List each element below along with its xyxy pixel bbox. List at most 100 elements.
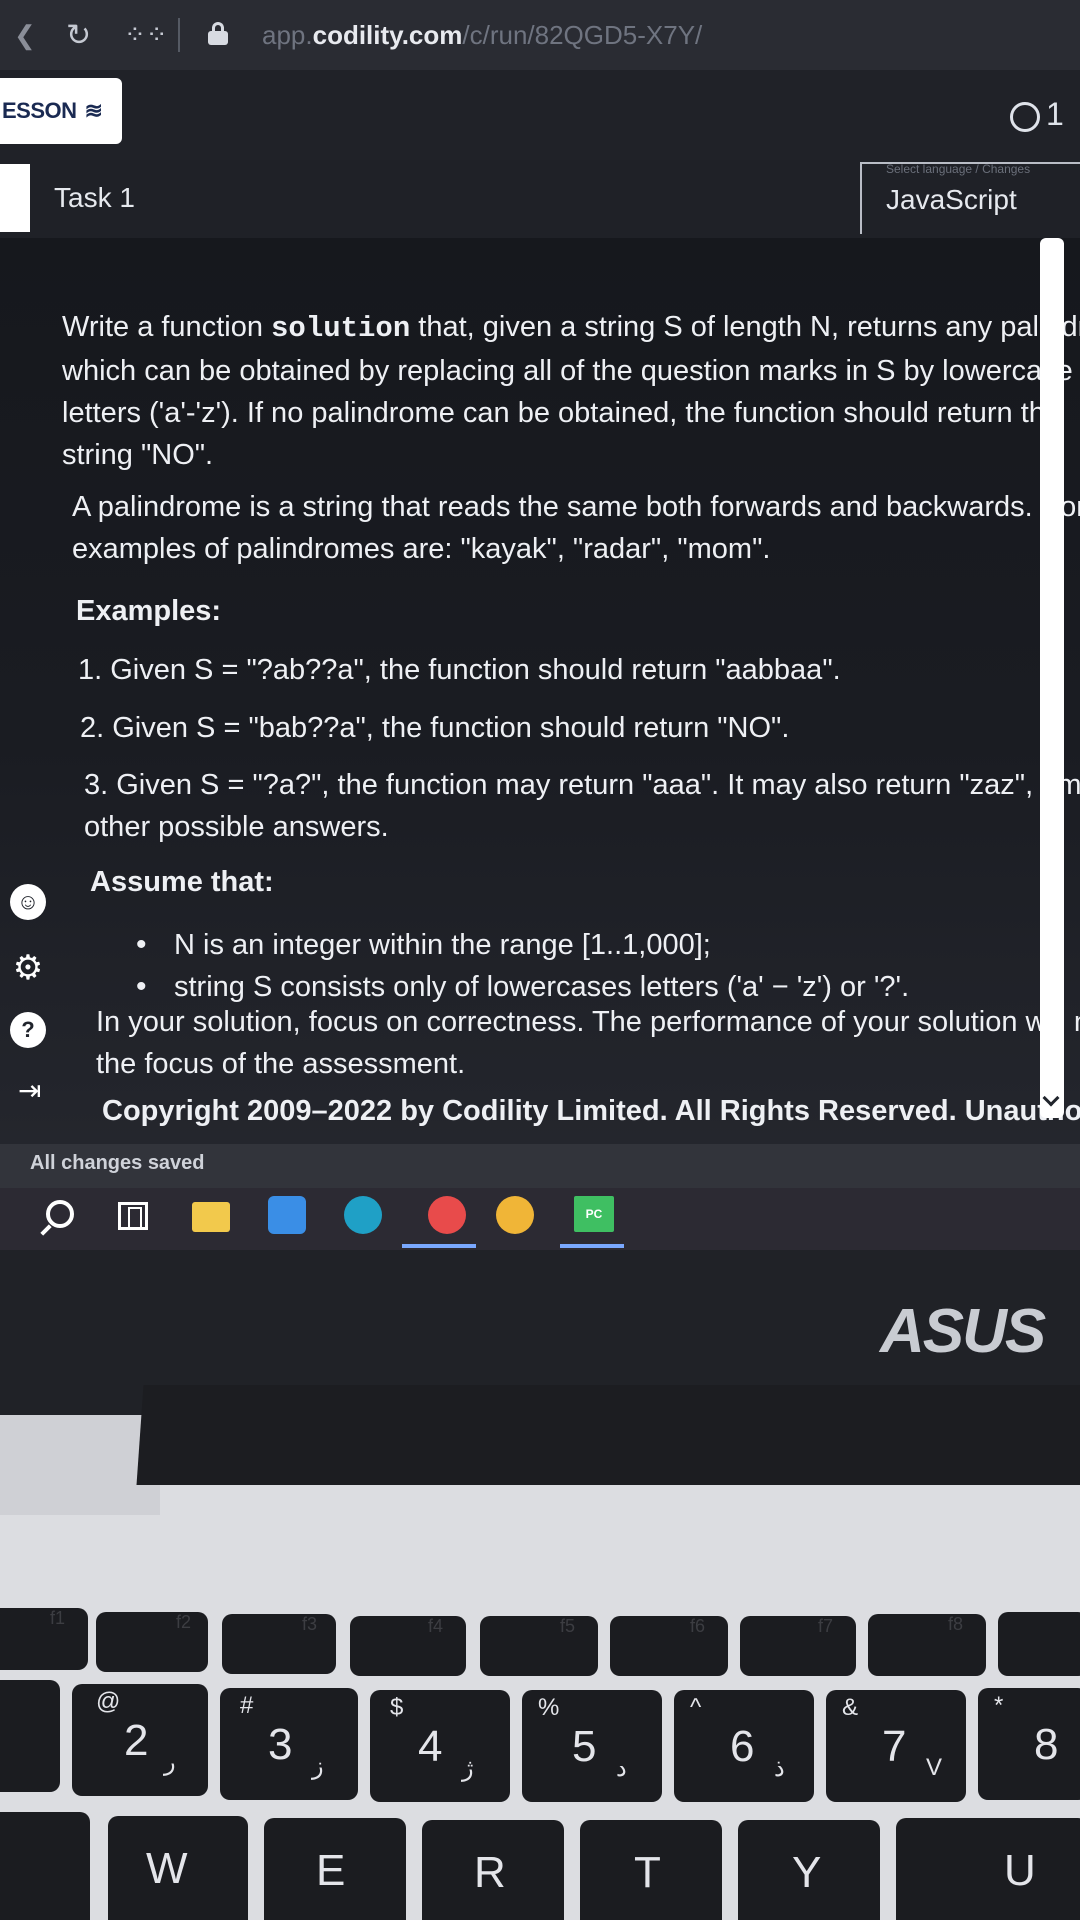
scroll-down-button[interactable] [1040, 1088, 1064, 1118]
key-shift-label: & [842, 1694, 859, 1721]
key-t[interactable]: T [580, 1820, 722, 1920]
key-f4[interactable] [350, 1616, 466, 1676]
example-3-line-2: other possible answers. [84, 811, 389, 843]
key-q[interactable] [0, 1812, 90, 1920]
key-alt-label: د [616, 1755, 627, 1782]
url-field[interactable]: app.codility.com/c/run/82QGD5-X7Y/ [262, 20, 702, 51]
file-explorer-icon[interactable] [192, 1202, 230, 1232]
timer: 1 [1010, 96, 1064, 133]
key-f6[interactable] [610, 1616, 728, 1676]
task-paragraph-2: A palindrome is a string that reads the … [72, 486, 1080, 570]
key-y[interactable]: Y [738, 1820, 880, 1920]
example-1: 1. Given S = "?ab??a", the function shou… [78, 654, 841, 686]
pycharm-icon[interactable]: PC [574, 1196, 614, 1232]
key-f3[interactable] [222, 1614, 336, 1674]
p1-text-a: Write a function [62, 311, 272, 343]
clock-icon [1010, 101, 1040, 132]
key-f5[interactable] [480, 1616, 598, 1676]
brand-logo: ASUS [880, 1297, 1046, 1366]
key-f2[interactable] [96, 1612, 208, 1672]
lock-icon[interactable] [208, 22, 228, 45]
p1-line-2: which can be obtained by replacing all o… [62, 355, 1073, 387]
lesson-badge[interactable]: ESSON ≋ [0, 78, 122, 144]
focus-note: In your solution, focus on correctness. … [96, 1001, 1080, 1085]
fn-label: f4 [428, 1616, 444, 1636]
key-e[interactable]: E [264, 1818, 406, 1920]
apps-grid-icon[interactable]: ⁘⁘ [124, 20, 168, 50]
save-status: All changes saved [30, 1152, 205, 1174]
chrome-icon[interactable] [496, 1196, 534, 1234]
gear-icon[interactable]: ⚙ [10, 950, 46, 986]
p2-line-2: examples of palindromes are: "kayak", "r… [72, 533, 771, 565]
key-f9[interactable] [998, 1612, 1080, 1676]
accessibility-icon[interactable]: ☺ [10, 884, 46, 920]
key-main-label: T [634, 1848, 661, 1897]
key-main-label: 8 [1034, 1720, 1059, 1769]
key-f8[interactable] [868, 1614, 986, 1676]
side-toolbar: ☺ ⚙ ? ⇥ [0, 860, 70, 1150]
reload-icon[interactable]: ↻ [66, 18, 91, 53]
scrollbar[interactable] [1040, 238, 1064, 1118]
key-main-label: 6 [730, 1722, 755, 1771]
examples-heading: Examples: [76, 595, 222, 627]
menu-icon: ≋ [84, 98, 103, 123]
deck-shadow [0, 1415, 160, 1515]
key-u[interactable]: U [896, 1818, 1080, 1920]
key-main-label: 4 [418, 1722, 443, 1771]
key-3[interactable]: # 3 ز [220, 1688, 358, 1800]
language-value: JavaScript [886, 184, 1017, 215]
task-view-icon[interactable] [118, 1202, 148, 1230]
assume-heading: Assume that: [90, 866, 274, 898]
search-icon[interactable] [46, 1200, 74, 1228]
back-icon[interactable]: ❮ [14, 20, 36, 51]
key-5[interactable]: % 5 د [522, 1690, 662, 1802]
example-3: 3. Given S = "?a?", the function may ret… [84, 764, 1080, 848]
key-main-label: R [474, 1848, 506, 1897]
windows-taskbar: PC [0, 1188, 1080, 1250]
edge-icon[interactable] [344, 1196, 382, 1234]
key-2[interactable]: @ 2 ر [72, 1684, 208, 1796]
key-w[interactable]: W [108, 1816, 248, 1920]
example-2: 2. Given S = "bab??a", the function shou… [80, 712, 790, 744]
key-7[interactable]: & 7 V [826, 1690, 966, 1802]
key-4[interactable]: $ 4 ژ [370, 1690, 510, 1802]
key-alt-label: ز [312, 1753, 324, 1780]
key-1[interactable] [0, 1680, 60, 1792]
active-app-indicator [402, 1244, 476, 1248]
key-alt-label: ر [164, 1749, 176, 1776]
p1-line-4: string "NO". [62, 439, 214, 471]
task-header: Task 1 Select language / Changes JavaScr… [0, 160, 1080, 238]
exit-icon[interactable]: ⇥ [18, 1074, 41, 1107]
task-title[interactable]: Task 1 [54, 182, 135, 214]
laptop-screen: ❮ ↻ ⁘⁘ app.codility.com/c/run/82QGD5-X7Y… [0, 0, 1080, 1250]
focus-line-2: the focus of the assessment. [96, 1048, 466, 1080]
mail-icon[interactable] [268, 1196, 306, 1234]
language-select[interactable]: Select language / Changes JavaScript [860, 162, 1080, 234]
key-shift-label: $ [390, 1694, 404, 1721]
key-8[interactable]: * 8 [978, 1688, 1080, 1800]
task-description: Write a function solution that, given a … [0, 238, 1080, 1144]
opera-icon[interactable] [428, 1196, 466, 1234]
url-prefix: app. [262, 20, 313, 50]
p1-line-3: letters ('a'-'z'). If no palindrome can … [62, 397, 1062, 429]
key-alt-label: ذ [774, 1755, 785, 1782]
task-paragraph-1: Write a function solution that, given a … [62, 306, 1080, 476]
p1-code: solution [271, 312, 411, 345]
key-main-label: 5 [572, 1722, 597, 1771]
key-main-label: E [316, 1846, 346, 1895]
fn-label: f3 [302, 1614, 318, 1634]
key-6[interactable]: ^ 6 ذ [674, 1690, 814, 1802]
fn-label: f6 [690, 1616, 706, 1636]
key-main-label: U [1004, 1846, 1036, 1895]
key-f7[interactable] [740, 1616, 856, 1676]
laptop-hinge [136, 1385, 1080, 1485]
help-icon[interactable]: ? [10, 1012, 46, 1048]
key-shift-label: % [538, 1694, 560, 1721]
toolbar-divider [178, 18, 180, 52]
key-r[interactable]: R [422, 1820, 564, 1920]
assumption-item: N is an integer within the range [1..1,0… [136, 924, 909, 966]
key-shift-label: @ [96, 1688, 121, 1715]
fn-label: f7 [818, 1616, 834, 1636]
key-f1[interactable] [0, 1608, 88, 1670]
key-shift-label: # [240, 1692, 254, 1719]
